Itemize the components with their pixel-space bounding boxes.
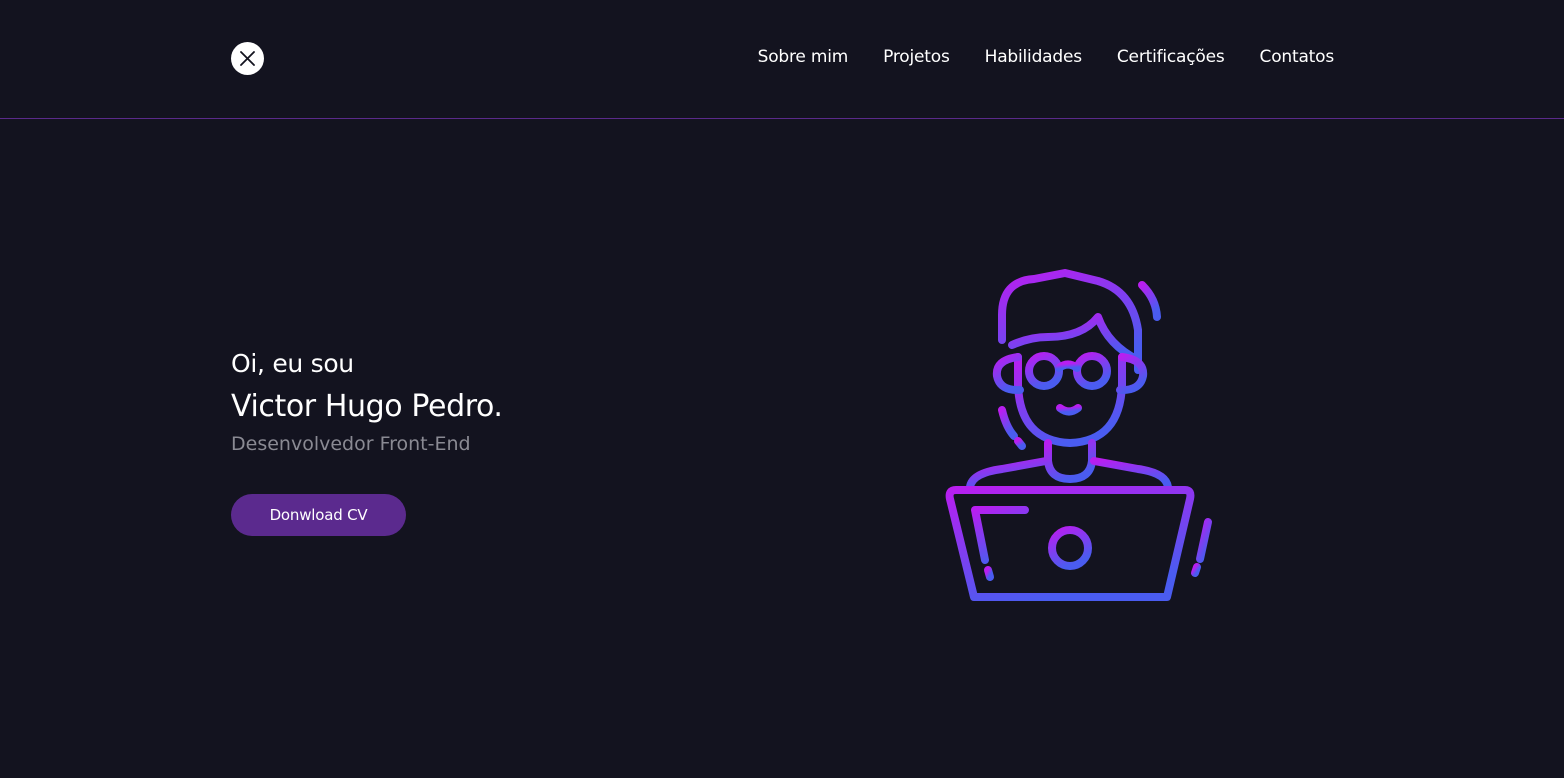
main-nav: Sobre mim Projetos Habilidades Certifica… (758, 45, 1335, 69)
site-header: Sobre mim Projetos Habilidades Certifica… (0, 0, 1564, 119)
hero-role: Desenvolvedor Front-End (231, 433, 471, 455)
nav-link-projetos[interactable]: Projetos (883, 45, 950, 69)
nav-link-habilidades[interactable]: Habilidades (985, 45, 1082, 69)
logo-close-button[interactable] (231, 42, 264, 75)
hero-text: Oi, eu sou Victor Hugo Pedro. Desenvolve… (231, 346, 711, 457)
developer-at-laptop-icon (934, 269, 1212, 604)
nav-link-sobre-mim[interactable]: Sobre mim (758, 45, 849, 69)
nav-link-certificacoes[interactable]: Certificações (1117, 45, 1225, 69)
page: Sobre mim Projetos Habilidades Certifica… (0, 0, 1564, 778)
download-cv-button[interactable]: Donwload CV (231, 494, 406, 536)
nav-link-contatos[interactable]: Contatos (1260, 45, 1335, 69)
close-icon (240, 51, 255, 66)
hero-name: Victor Hugo Pedro. (231, 389, 503, 424)
hero-greeting: Oi, eu sou (231, 349, 354, 378)
